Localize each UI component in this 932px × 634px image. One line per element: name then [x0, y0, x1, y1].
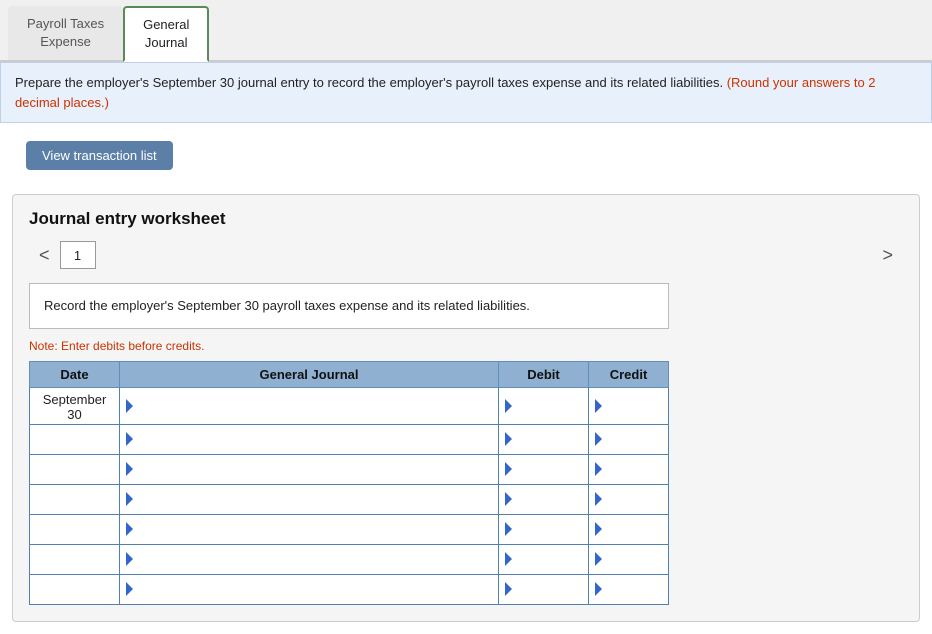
- row-debit-5[interactable]: [499, 514, 589, 544]
- tab-bar: Payroll Taxes Expense General Journal: [0, 0, 932, 62]
- cell-indicator: [126, 582, 133, 596]
- row-credit-4[interactable]: [589, 484, 669, 514]
- row-journal-4[interactable]: [120, 484, 499, 514]
- debit-input-2[interactable]: [516, 432, 582, 447]
- cell-indicator: [505, 552, 512, 566]
- row-journal-7[interactable]: [120, 574, 499, 604]
- table-row: [30, 484, 669, 514]
- cell-indicator: [126, 552, 133, 566]
- debit-input-1[interactable]: [516, 398, 582, 413]
- debit-input-3[interactable]: [516, 462, 582, 477]
- table-row: [30, 574, 669, 604]
- row-credit-2[interactable]: [589, 424, 669, 454]
- cell-indicator: [595, 552, 602, 566]
- row-date-5: [30, 514, 120, 544]
- credit-input-3[interactable]: [606, 462, 662, 477]
- worksheet-card: Journal entry worksheet < 1 > Record the…: [12, 194, 920, 622]
- credit-input-6[interactable]: [606, 552, 662, 567]
- description-box: Record the employer's September 30 payro…: [29, 283, 669, 329]
- table-row: [30, 454, 669, 484]
- cell-indicator: [126, 399, 133, 413]
- credit-input-7[interactable]: [606, 582, 662, 597]
- journal-input-5[interactable]: [137, 522, 492, 537]
- cell-indicator: [505, 399, 512, 413]
- row-journal-3[interactable]: [120, 454, 499, 484]
- row-journal-2[interactable]: [120, 424, 499, 454]
- cell-indicator: [505, 432, 512, 446]
- row-date-7: [30, 574, 120, 604]
- instructions-banner: Prepare the employer's September 30 jour…: [0, 62, 932, 123]
- row-date-1: September 30: [30, 387, 120, 424]
- credit-input-4[interactable]: [606, 492, 662, 507]
- cell-indicator: [505, 522, 512, 536]
- col-header-debit: Debit: [499, 361, 589, 387]
- debit-input-6[interactable]: [516, 552, 582, 567]
- cell-indicator: [126, 492, 133, 506]
- table-row: [30, 514, 669, 544]
- journal-input-1[interactable]: [137, 398, 492, 413]
- journal-input-7[interactable]: [137, 582, 492, 597]
- cell-indicator: [126, 522, 133, 536]
- cell-indicator: [505, 492, 512, 506]
- view-transaction-list-button[interactable]: View transaction list: [26, 141, 173, 170]
- row-journal-6[interactable]: [120, 544, 499, 574]
- col-header-journal: General Journal: [120, 361, 499, 387]
- row-credit-5[interactable]: [589, 514, 669, 544]
- journal-input-4[interactable]: [137, 492, 492, 507]
- table-row: [30, 544, 669, 574]
- journal-input-3[interactable]: [137, 462, 492, 477]
- row-debit-7[interactable]: [499, 574, 589, 604]
- note-text: Note: Enter debits before credits.: [29, 339, 903, 353]
- nav-left-arrow[interactable]: <: [29, 245, 60, 266]
- tab-general-journal[interactable]: General Journal: [123, 6, 209, 62]
- table-row: September 30: [30, 387, 669, 424]
- worksheet-title: Journal entry worksheet: [29, 209, 903, 229]
- row-debit-3[interactable]: [499, 454, 589, 484]
- cell-indicator: [595, 399, 602, 413]
- page-number: 1: [74, 248, 81, 263]
- cell-indicator: [595, 582, 602, 596]
- col-header-credit: Credit: [589, 361, 669, 387]
- col-header-date: Date: [30, 361, 120, 387]
- row-credit-6[interactable]: [589, 544, 669, 574]
- credit-input-5[interactable]: [606, 522, 662, 537]
- cell-indicator: [505, 462, 512, 476]
- journal-table: Date General Journal Debit Credit Septem…: [29, 361, 669, 605]
- debit-input-4[interactable]: [516, 492, 582, 507]
- nav-row: < 1 >: [29, 241, 903, 269]
- row-date-6: [30, 544, 120, 574]
- nav-right-arrow[interactable]: >: [872, 245, 903, 266]
- row-credit-3[interactable]: [589, 454, 669, 484]
- row-debit-2[interactable]: [499, 424, 589, 454]
- cell-indicator: [505, 582, 512, 596]
- cell-indicator: [126, 462, 133, 476]
- cell-indicator: [595, 432, 602, 446]
- credit-input-2[interactable]: [606, 432, 662, 447]
- table-row: [30, 424, 669, 454]
- row-date-3: [30, 454, 120, 484]
- row-debit-1[interactable]: [499, 387, 589, 424]
- row-debit-6[interactable]: [499, 544, 589, 574]
- row-credit-1[interactable]: [589, 387, 669, 424]
- description-text: Record the employer's September 30 payro…: [44, 298, 530, 313]
- button-area: View transaction list: [0, 123, 932, 188]
- row-journal-1[interactable]: [120, 387, 499, 424]
- cell-indicator: [595, 522, 602, 536]
- cell-indicator: [126, 432, 133, 446]
- debit-input-7[interactable]: [516, 582, 582, 597]
- row-date-4: [30, 484, 120, 514]
- cell-indicator: [595, 492, 602, 506]
- credit-input-1[interactable]: [606, 398, 662, 413]
- row-date-2: [30, 424, 120, 454]
- journal-input-2[interactable]: [137, 432, 492, 447]
- page-number-box: 1: [60, 241, 96, 269]
- instructions-main-text: Prepare the employer's September 30 jour…: [15, 75, 723, 90]
- journal-input-6[interactable]: [137, 552, 492, 567]
- tab-payroll-taxes[interactable]: Payroll Taxes Expense: [8, 6, 123, 60]
- row-debit-4[interactable]: [499, 484, 589, 514]
- debit-input-5[interactable]: [516, 522, 582, 537]
- row-credit-7[interactable]: [589, 574, 669, 604]
- row-journal-5[interactable]: [120, 514, 499, 544]
- cell-indicator: [595, 462, 602, 476]
